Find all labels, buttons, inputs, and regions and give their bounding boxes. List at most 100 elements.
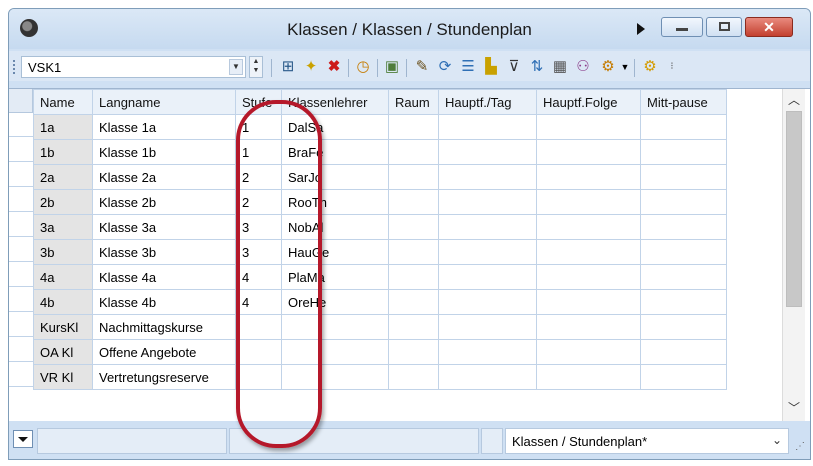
chevron-down-icon[interactable]: ▼ <box>616 58 634 76</box>
chart-icon[interactable]: ▙ <box>482 58 500 76</box>
cell-mitt-pause[interactable] <box>640 264 727 290</box>
cell-raum[interactable] <box>388 214 439 240</box>
cell-hauptf-folge[interactable] <box>536 364 641 390</box>
cell-name[interactable]: 2a <box>33 164 93 190</box>
column-header-raum[interactable]: Raum <box>388 89 439 115</box>
row-selector[interactable] <box>9 338 33 362</box>
cell-name[interactable]: 3b <box>33 239 93 265</box>
refresh-icon[interactable]: ⟳ <box>436 58 454 76</box>
new-record-icon[interactable]: ✦ <box>302 58 320 76</box>
table-row[interactable]: 2a Klasse 2a 2 SarJo <box>33 164 727 190</box>
cell-mitt-pause[interactable] <box>640 364 727 390</box>
cell-mitt-pause[interactable] <box>640 339 727 365</box>
cell-raum[interactable] <box>388 239 439 265</box>
cell-name[interactable]: 2b <box>33 189 93 215</box>
cell-mitt-pause[interactable] <box>640 139 727 165</box>
cell-langname[interactable]: Klasse 2b <box>92 189 236 215</box>
table-row[interactable]: KursKl Nachmittagskurse <box>33 314 727 340</box>
column-header-langname[interactable]: Langname <box>92 89 236 115</box>
cell-name[interactable]: KursKl <box>33 314 93 340</box>
row-selector[interactable] <box>9 288 33 312</box>
cell-hauptf-folge[interactable] <box>536 289 641 315</box>
cell-hauptf-tag[interactable] <box>438 314 537 340</box>
cell-hauptf-tag[interactable] <box>438 289 537 315</box>
table-row[interactable]: 1a Klasse 1a 1 DalSa <box>33 114 727 140</box>
cell-raum[interactable] <box>388 139 439 165</box>
cell-name[interactable]: 1b <box>33 139 93 165</box>
scrollbar-thumb[interactable] <box>786 111 802 307</box>
edit-icon[interactable]: ✎ <box>413 58 431 76</box>
resize-grip-icon[interactable]: ⋰ <box>795 441 805 452</box>
status-menu-button[interactable] <box>13 430 33 448</box>
cell-mitt-pause[interactable] <box>640 214 727 240</box>
column-header-name[interactable]: Name <box>33 89 93 115</box>
cell-mitt-pause[interactable] <box>640 289 727 315</box>
table-row[interactable]: 4a Klasse 4a 4 PlaMa <box>33 264 727 290</box>
cell-hauptf-folge[interactable] <box>536 189 641 215</box>
cell-hauptf-tag[interactable] <box>438 239 537 265</box>
cell-name[interactable]: 3a <box>33 214 93 240</box>
cell-hauptf-folge[interactable] <box>536 239 641 265</box>
row-selector[interactable] <box>9 238 33 262</box>
list-icon[interactable]: ☰ <box>459 58 477 76</box>
table-row[interactable]: OA Kl Offene Angebote <box>33 339 727 365</box>
go-to-icon[interactable]: ⊞ <box>279 58 297 76</box>
cell-raum[interactable] <box>388 364 439 390</box>
cell-name[interactable]: OA Kl <box>33 339 93 365</box>
cell-langname[interactable]: Nachmittagskurse <box>92 314 236 340</box>
gear-icon[interactable]: ⚙ <box>641 58 659 76</box>
play-arrow-icon[interactable] <box>637 23 645 35</box>
cell-hauptf-folge[interactable] <box>536 214 641 240</box>
cell-hauptf-folge[interactable] <box>536 139 641 165</box>
cell-raum[interactable] <box>388 289 439 315</box>
cell-raum[interactable] <box>388 339 439 365</box>
toolbar-grip[interactable] <box>13 60 15 74</box>
filter-icon[interactable]: ⊽ <box>505 58 523 76</box>
cell-mitt-pause[interactable] <box>640 189 727 215</box>
cell-langname[interactable]: Offene Angebote <box>92 339 236 365</box>
cell-name[interactable]: 4a <box>33 264 93 290</box>
maximize-button[interactable] <box>706 17 742 37</box>
select-all-corner[interactable] <box>9 89 33 113</box>
class-select[interactable]: VSK1 ▼ <box>21 56 246 78</box>
table-row[interactable]: 2b Klasse 2b 2 RooTh <box>33 189 727 215</box>
minimize-button[interactable] <box>661 17 703 37</box>
title-bar[interactable]: Klassen / Klassen / Stundenplan ✕ <box>9 9 810 49</box>
settings-dropdown-icon[interactable]: ⚙ <box>599 58 617 76</box>
users-icon[interactable]: ⚇ <box>574 58 592 76</box>
row-selector[interactable] <box>9 263 33 287</box>
cell-langname[interactable]: Klasse 3b <box>92 239 236 265</box>
cell-raum[interactable] <box>388 114 439 140</box>
cell-hauptf-tag[interactable] <box>438 214 537 240</box>
column-header-hauptf-folge[interactable]: Hauptf.Folge <box>536 89 641 115</box>
table-row[interactable]: VR Kl Vertretungsreserve <box>33 364 727 390</box>
cell-hauptf-folge[interactable] <box>536 339 641 365</box>
copy-icon[interactable]: ▣ <box>383 58 401 76</box>
cell-mitt-pause[interactable] <box>640 239 727 265</box>
clock-icon[interactable]: ◷ <box>354 58 372 76</box>
table-row[interactable]: 3a Klasse 3a 3 NobAl <box>33 214 727 240</box>
cell-raum[interactable] <box>388 264 439 290</box>
cell-hauptf-tag[interactable] <box>438 189 537 215</box>
cell-hauptf-tag[interactable] <box>438 264 537 290</box>
cell-hauptf-tag[interactable] <box>438 364 537 390</box>
row-selector[interactable] <box>9 213 33 237</box>
cell-hauptf-tag[interactable] <box>438 139 537 165</box>
toolbar-overflow-icon[interactable]: ⁝ <box>663 58 681 76</box>
cell-mitt-pause[interactable] <box>640 164 727 190</box>
view-select[interactable]: Klassen / Stundenplan* ⌄ <box>505 428 789 454</box>
sort-icon[interactable]: ⇅ <box>528 58 546 76</box>
cell-hauptf-tag[interactable] <box>438 164 537 190</box>
row-selector[interactable] <box>9 363 33 387</box>
table-icon[interactable]: ▦ <box>551 58 569 76</box>
table-row[interactable]: 4b Klasse 4b 4 OreHe <box>33 289 727 315</box>
cell-langname[interactable]: Klasse 2a <box>92 164 236 190</box>
cell-hauptf-tag[interactable] <box>438 114 537 140</box>
row-selector[interactable] <box>9 313 33 337</box>
cell-hauptf-folge[interactable] <box>536 314 641 340</box>
cell-langname[interactable]: Klasse 1b <box>92 139 236 165</box>
row-selector[interactable] <box>9 113 33 137</box>
cell-langname[interactable]: Klasse 4a <box>92 264 236 290</box>
column-header-mitt-pause[interactable]: Mitt-pause <box>640 89 727 115</box>
row-selector[interactable] <box>9 188 33 212</box>
